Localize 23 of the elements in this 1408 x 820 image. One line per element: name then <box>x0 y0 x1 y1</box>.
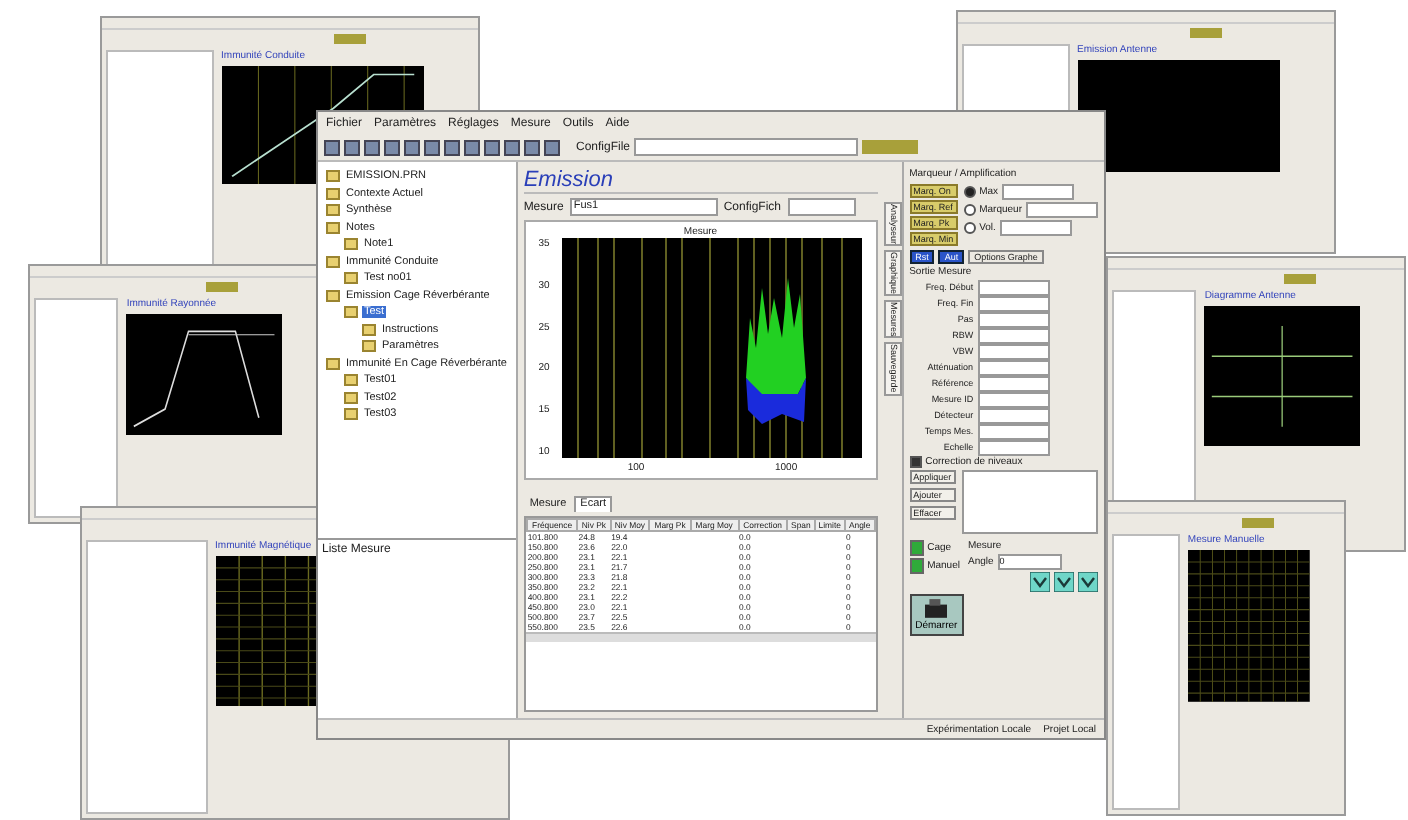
motor-button[interactable] <box>1054 572 1074 592</box>
radio-button[interactable] <box>963 222 976 234</box>
status-indicator <box>1283 273 1316 283</box>
input-field[interactable] <box>1026 202 1098 218</box>
input-field[interactable] <box>1002 184 1075 200</box>
input-field[interactable] <box>999 220 1072 236</box>
checkbox[interactable] <box>909 456 922 468</box>
config-field[interactable] <box>787 198 856 216</box>
radio-button[interactable] <box>963 186 976 198</box>
status-indicator <box>205 281 238 291</box>
config-field[interactable] <box>634 138 859 156</box>
radio-button[interactable] <box>963 204 976 216</box>
status-indicator <box>862 140 919 154</box>
motor-button[interactable] <box>1030 572 1050 592</box>
status-indicator <box>1189 27 1222 37</box>
status-indicator <box>333 33 366 43</box>
scrollbar[interactable] <box>525 632 876 642</box>
status-indicator <box>1241 517 1274 527</box>
input-field[interactable] <box>977 279 1050 295</box>
machine-icon <box>922 598 951 620</box>
text-area[interactable] <box>961 470 1098 534</box>
motor-button[interactable] <box>1078 572 1098 592</box>
page-title: Emission <box>523 168 878 194</box>
